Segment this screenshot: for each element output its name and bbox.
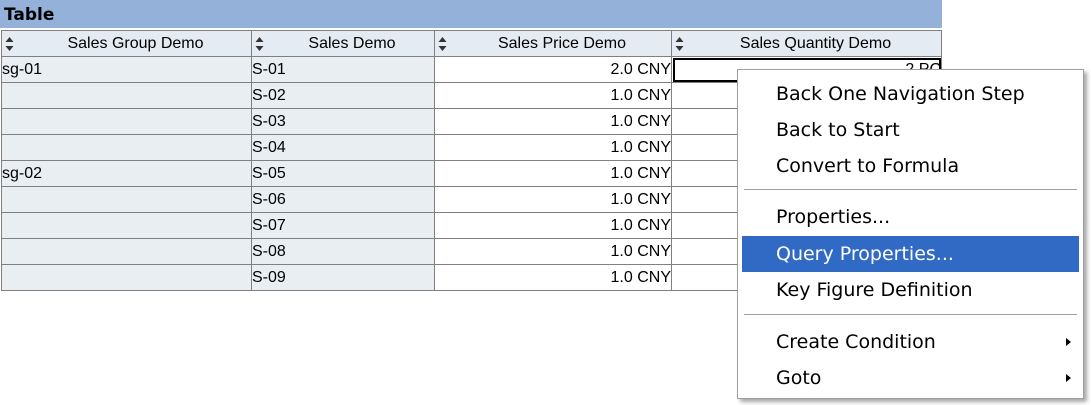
menu-item-label: Goto bbox=[776, 367, 822, 389]
sort-icon[interactable] bbox=[5, 34, 14, 54]
sales-group-cell[interactable] bbox=[1, 108, 252, 135]
menu-item-query-properties[interactable]: Query Properties... bbox=[742, 236, 1079, 272]
sales-group-cell[interactable] bbox=[1, 82, 252, 109]
sort-icon[interactable] bbox=[255, 34, 264, 54]
menu-separator bbox=[744, 189, 1077, 191]
column-header-label: Sales Price Demo bbox=[497, 34, 627, 52]
price-cell[interactable]: 2.0 CNY bbox=[434, 56, 672, 83]
price-cell[interactable]: 1.0 CNY bbox=[434, 186, 672, 213]
sales-cell[interactable]: S-08 bbox=[251, 238, 435, 265]
sort-icon[interactable] bbox=[675, 34, 684, 54]
column-header-sales[interactable]: Sales Demo bbox=[251, 30, 435, 57]
sales-group-cell[interactable] bbox=[1, 238, 252, 265]
sales-group-cell[interactable] bbox=[1, 212, 252, 239]
sales-group-cell[interactable] bbox=[1, 186, 252, 213]
sales-cell[interactable]: S-01 bbox=[251, 56, 435, 83]
column-header-label: Sales Demo bbox=[308, 34, 396, 52]
sales-cell[interactable]: S-07 bbox=[251, 212, 435, 239]
price-cell[interactable]: 1.0 CNY bbox=[434, 108, 672, 135]
menu-item-label: Create Condition bbox=[776, 331, 936, 353]
column-header-sales-price[interactable]: Sales Price Demo bbox=[434, 30, 672, 57]
price-cell[interactable]: 1.0 CNY bbox=[434, 212, 672, 239]
menu-item-convert-to-formula[interactable]: Convert to Formula bbox=[742, 148, 1079, 184]
column-header-sales-quantity[interactable]: Sales Quantity Demo bbox=[671, 30, 942, 57]
menu-separator bbox=[744, 314, 1077, 316]
context-menu: Back One Navigation Step Back to Start C… bbox=[737, 69, 1084, 399]
sales-group-cell[interactable] bbox=[1, 134, 252, 161]
price-cell[interactable]: 1.0 CNY bbox=[434, 82, 672, 109]
sales-cell[interactable]: S-04 bbox=[251, 134, 435, 161]
sales-cell[interactable]: S-06 bbox=[251, 186, 435, 213]
menu-item-create-condition[interactable]: Create Condition bbox=[742, 324, 1079, 360]
sales-cell[interactable]: S-02 bbox=[251, 82, 435, 109]
price-cell[interactable]: 1.0 CNY bbox=[434, 238, 672, 265]
column-header-label: Sales Quantity Demo bbox=[739, 34, 892, 52]
menu-item-key-figure-definition[interactable]: Key Figure Definition bbox=[742, 272, 1079, 308]
menu-item-goto[interactable]: Goto bbox=[742, 360, 1079, 396]
sales-group-cell[interactable] bbox=[1, 264, 252, 291]
column-header-label: Sales Group Demo bbox=[67, 34, 204, 52]
price-cell[interactable]: 1.0 CNY bbox=[434, 134, 672, 161]
sales-cell[interactable]: S-03 bbox=[251, 108, 435, 135]
sales-cell[interactable]: S-05 bbox=[251, 160, 435, 187]
header-row: Sales Group Demo Sales Demo Sales Price … bbox=[1, 30, 942, 57]
table-title: Table bbox=[4, 5, 55, 25]
sales-cell[interactable]: S-09 bbox=[251, 264, 435, 291]
menu-item-properties[interactable]: Properties... bbox=[742, 199, 1079, 235]
sort-icon[interactable] bbox=[438, 34, 447, 54]
menu-item-back-to-start[interactable]: Back to Start bbox=[742, 112, 1079, 148]
price-cell[interactable]: 1.0 CNY bbox=[434, 160, 672, 187]
submenu-arrow-icon bbox=[1066, 338, 1071, 346]
column-header-sales-group[interactable]: Sales Group Demo bbox=[1, 30, 252, 57]
submenu-arrow-icon bbox=[1066, 374, 1071, 382]
table-title-bar: Table bbox=[0, 0, 942, 28]
sales-group-cell[interactable]: sg-01 bbox=[1, 56, 252, 83]
price-cell[interactable]: 1.0 CNY bbox=[434, 264, 672, 291]
menu-item-back-one-step[interactable]: Back One Navigation Step bbox=[742, 76, 1079, 112]
sales-group-cell[interactable]: sg-02 bbox=[1, 160, 252, 187]
